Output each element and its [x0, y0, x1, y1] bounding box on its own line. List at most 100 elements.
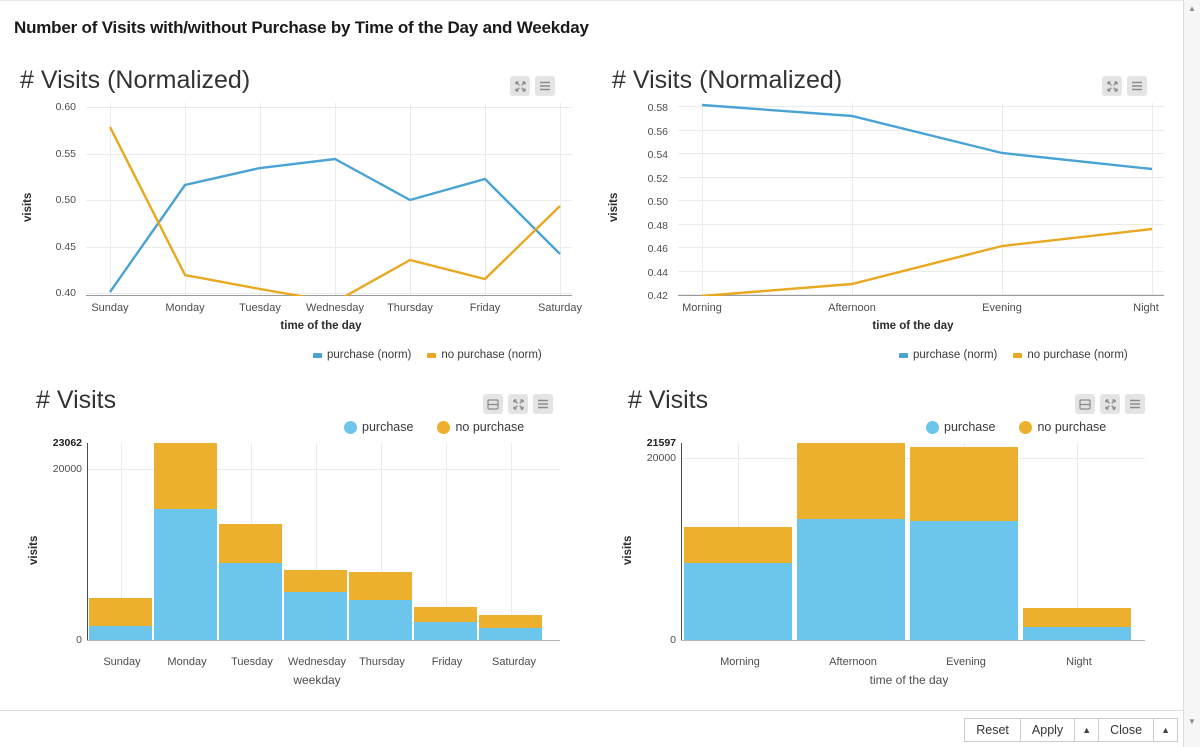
x-tick-label: Thursday — [387, 302, 433, 314]
panel-toolbar — [483, 394, 553, 414]
y-axis-title: visits — [22, 192, 34, 222]
series-no-purchase-norm — [701, 227, 1153, 296]
x-tick-label: Friday — [469, 302, 501, 314]
close-options-caret-icon[interactable]: ▲ — [1153, 718, 1178, 742]
panel-title: # Visits (Normalized) — [20, 66, 251, 94]
bar-segment-no-purchase[interactable] — [154, 443, 217, 509]
reset-button[interactable]: Reset — [964, 718, 1021, 742]
bar-segment-no-purchase[interactable] — [479, 615, 542, 628]
y-axis-line — [681, 443, 682, 641]
top-divider — [0, 0, 1184, 1]
x-tick-label: Night — [1133, 302, 1159, 314]
bar-segment-purchase[interactable] — [89, 626, 152, 640]
fullscreen-icon[interactable] — [508, 394, 528, 414]
legend-swatch-icon — [313, 352, 322, 358]
bar-segment-purchase[interactable] — [910, 521, 1018, 640]
bar-segment-no-purchase[interactable] — [797, 443, 905, 519]
split-view-icon[interactable] — [483, 394, 503, 414]
vertical-scrollbar[interactable]: ▲ ▼ — [1183, 0, 1200, 747]
apply-options-caret-icon[interactable]: ▲ — [1074, 718, 1100, 742]
footer-bar: Reset Apply ▲ Close ▲ — [0, 710, 1200, 747]
bar-segment-purchase[interactable] — [684, 563, 792, 640]
menu-icon[interactable] — [535, 76, 555, 96]
bar-segment-purchase[interactable] — [219, 563, 282, 640]
panel-weekday-absolute: # Visits purchase no purchase 23062 2000… — [14, 380, 574, 700]
y-axis-line — [87, 443, 88, 641]
bar-segment-purchase[interactable] — [154, 509, 217, 640]
fullscreen-icon[interactable] — [510, 76, 530, 96]
menu-icon[interactable] — [1127, 76, 1147, 96]
bar-segment-no-purchase[interactable] — [414, 607, 477, 622]
fullscreen-icon[interactable] — [1102, 76, 1122, 96]
x-tick-label: Monday — [165, 302, 205, 314]
bar-segment-no-purchase[interactable] — [1023, 608, 1131, 627]
y-tick-label: 0.55 — [55, 147, 76, 160]
x-tick-label: Sunday — [103, 656, 141, 668]
bar-segment-purchase[interactable] — [349, 600, 412, 640]
panel-daytime-normalized: # Visits (Normalized) 0.42 0.44 0.46 0.4… — [606, 62, 1166, 362]
legend: purchase no purchase — [344, 420, 524, 434]
bar-segment-no-purchase[interactable] — [349, 572, 412, 600]
bar-segment-no-purchase[interactable] — [219, 524, 282, 563]
legend-item-no-purchase[interactable]: no purchase — [437, 420, 524, 434]
legend-swatch-icon — [926, 420, 939, 434]
x-tick-label: Tuesday — [239, 302, 281, 314]
y-tick-label: 0.60 — [55, 101, 76, 113]
legend-item-purchase[interactable]: purchase (norm) — [899, 349, 997, 361]
y-tick-label: 0.40 — [55, 287, 76, 299]
legend-swatch-icon — [427, 352, 437, 358]
x-tick-label: Morning — [720, 656, 760, 668]
legend-label: no purchase — [1037, 420, 1107, 434]
bar-segment-purchase[interactable] — [1023, 627, 1131, 640]
bar-segment-no-purchase[interactable] — [684, 527, 792, 563]
scroll-up-arrow-icon[interactable]: ▲ — [1184, 0, 1200, 16]
menu-icon[interactable] — [1125, 394, 1145, 414]
panel-weekday-normalized: # Visits (Normalized) 0.40 0.45 0.50 0.5… — [14, 62, 582, 362]
x-tick-label: Saturday — [537, 302, 583, 314]
legend-swatch-icon — [344, 420, 357, 434]
x-tick-label: Afternoon — [829, 656, 877, 668]
apply-button[interactable]: Apply — [1019, 718, 1076, 742]
legend-label: purchase (norm) — [913, 349, 998, 361]
x-axis-title: time of the day — [280, 320, 362, 332]
bar-segment-purchase[interactable] — [479, 628, 542, 640]
bar-segment-no-purchase[interactable] — [910, 447, 1018, 521]
series-purchase-norm — [701, 103, 1153, 171]
page-title: Number of Visits with/without Purchase b… — [14, 18, 589, 37]
legend: purchase (norm) no purchase (norm) — [899, 349, 1128, 361]
legend-item-purchase[interactable]: purchase (norm) — [313, 349, 411, 361]
bar-segment-no-purchase[interactable] — [284, 570, 347, 592]
scroll-down-arrow-icon[interactable]: ▼ — [1184, 713, 1200, 729]
y-tick-label-max: 21597 — [646, 437, 676, 449]
legend-swatch-icon — [1013, 352, 1023, 358]
legend-item-purchase[interactable]: purchase — [926, 420, 995, 434]
fullscreen-icon[interactable] — [1100, 394, 1120, 414]
y-tick-label: 0.48 — [647, 219, 668, 232]
bar-segment-purchase[interactable] — [797, 519, 905, 640]
panel-title: # Visits (Normalized) — [612, 66, 843, 94]
close-button[interactable]: Close — [1098, 718, 1155, 742]
legend-swatch-icon — [899, 352, 908, 358]
legend-item-no-purchase[interactable]: no purchase — [1019, 420, 1106, 434]
legend-item-purchase[interactable]: purchase — [344, 420, 413, 434]
legend-item-no-purchase[interactable]: no purchase (norm) — [427, 349, 542, 361]
x-tick-label: Afternoon — [828, 302, 876, 314]
legend-label: no purchase — [455, 420, 525, 434]
x-tick-label: Wednesday — [306, 302, 364, 314]
plot-area-daytime-absolute — [681, 443, 1145, 641]
y-axis-title: visits — [622, 535, 634, 565]
legend-item-no-purchase[interactable]: no purchase (norm) — [1013, 349, 1128, 361]
bar-segment-purchase[interactable] — [284, 592, 347, 640]
y-tick-label: 0.45 — [55, 240, 76, 253]
plot-area-daytime-normalized — [678, 103, 1164, 296]
y-tick-label: 0.44 — [647, 266, 668, 279]
bar-segment-no-purchase[interactable] — [89, 598, 152, 626]
legend-label: purchase — [362, 420, 414, 434]
bar-segment-purchase[interactable] — [414, 622, 477, 640]
legend-label: purchase (norm) — [327, 349, 412, 361]
x-tick-label: Saturday — [491, 656, 537, 668]
x-tick-label: Friday — [431, 656, 463, 668]
line-series-svg — [108, 126, 561, 296]
menu-icon[interactable] — [533, 394, 553, 414]
split-view-icon[interactable] — [1075, 394, 1095, 414]
